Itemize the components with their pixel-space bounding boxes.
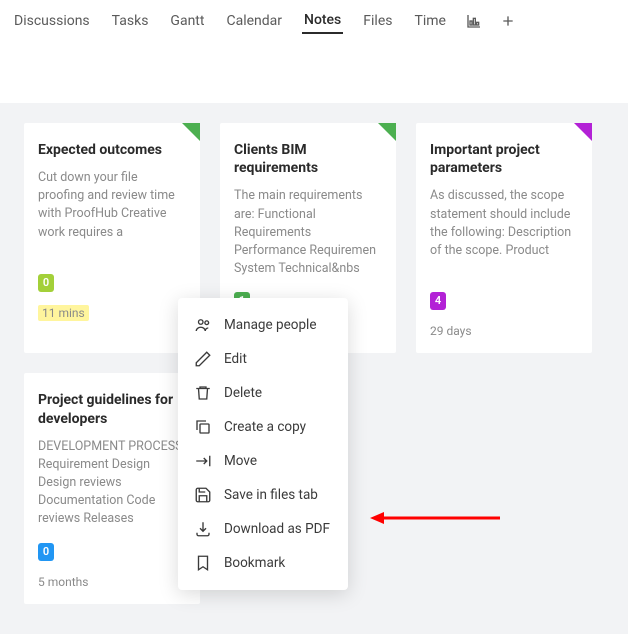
tab-notes[interactable]: Notes xyxy=(302,8,343,34)
card-body: As discussed, the scope statement should… xyxy=(430,187,578,275)
menu-bookmark[interactable]: Bookmark xyxy=(178,546,348,580)
menu-label: Bookmark xyxy=(224,555,285,571)
note-card[interactable]: Expected outcomes Cut down your file pro… xyxy=(24,123,200,353)
download-icon xyxy=(194,520,212,538)
card-title: Project guidelines for developers xyxy=(38,391,186,427)
card-body: DEVELOPMENT PROCESS Requirement Design D… xyxy=(38,438,186,526)
card-time: 5 months xyxy=(38,575,88,589)
tab-time[interactable]: Time xyxy=(412,9,447,33)
card-body: Cut down your file proofing and review t… xyxy=(38,169,186,257)
comment-badge: 0 xyxy=(38,543,54,561)
card-title: Important project parameters xyxy=(430,141,578,177)
annotation-arrow xyxy=(370,508,500,532)
card-footer: 4 29 days xyxy=(430,289,578,339)
card-time: 11 mins xyxy=(38,305,89,321)
trash-icon xyxy=(194,384,212,402)
menu-label: Manage people xyxy=(224,317,316,333)
menu-label: Create a copy xyxy=(224,419,306,435)
chart-icon[interactable] xyxy=(466,13,482,29)
move-icon xyxy=(194,452,212,470)
card-title: Clients BIM requirements xyxy=(234,141,382,177)
tab-calendar[interactable]: Calendar xyxy=(224,9,284,33)
tab-gantt[interactable]: Gantt xyxy=(168,9,206,33)
pencil-icon xyxy=(194,350,212,368)
save-icon xyxy=(194,486,212,504)
card-title: Expected outcomes xyxy=(38,141,186,159)
menu-edit[interactable]: Edit xyxy=(178,342,348,376)
context-menu: Manage people Edit Delete Create a copy … xyxy=(178,298,348,590)
tab-bar: Discussions Tasks Gantt Calendar Notes F… xyxy=(0,0,628,43)
card-color-tag xyxy=(574,123,592,141)
menu-move[interactable]: Move xyxy=(178,444,348,478)
card-color-tag xyxy=(378,123,396,141)
card-footer: 0 11 mins xyxy=(38,271,186,321)
menu-label: Download as PDF xyxy=(224,521,330,537)
card-footer: 0 5 months xyxy=(38,540,186,590)
menu-delete[interactable]: Delete xyxy=(178,376,348,410)
menu-save-files[interactable]: Save in files tab xyxy=(178,478,348,512)
menu-label: Delete xyxy=(224,385,262,401)
card-body: The main requirements are: Functional Re… xyxy=(234,187,382,275)
note-card[interactable]: Project guidelines for developers DEVELO… xyxy=(24,373,200,603)
menu-create-copy[interactable]: Create a copy xyxy=(178,410,348,444)
comment-badge: 4 xyxy=(430,292,446,310)
note-card[interactable]: Important project parameters As discusse… xyxy=(416,123,592,353)
tab-discussions[interactable]: Discussions xyxy=(12,9,92,33)
notes-content: Expected outcomes Cut down your file pro… xyxy=(0,103,628,634)
bookmark-icon xyxy=(194,554,212,572)
comment-badge: 0 xyxy=(38,274,54,292)
tab-files[interactable]: Files xyxy=(361,9,394,33)
menu-label: Move xyxy=(224,453,257,469)
menu-download-pdf[interactable]: Download as PDF xyxy=(178,512,348,546)
people-icon xyxy=(194,316,212,334)
menu-label: Save in files tab xyxy=(224,487,318,503)
plus-icon[interactable] xyxy=(500,13,516,29)
card-time: 29 days xyxy=(430,324,472,338)
card-color-tag xyxy=(182,123,200,141)
tab-tasks[interactable]: Tasks xyxy=(110,9,151,33)
menu-manage-people[interactable]: Manage people xyxy=(178,308,348,342)
copy-icon xyxy=(194,418,212,436)
menu-label: Edit xyxy=(224,351,247,367)
